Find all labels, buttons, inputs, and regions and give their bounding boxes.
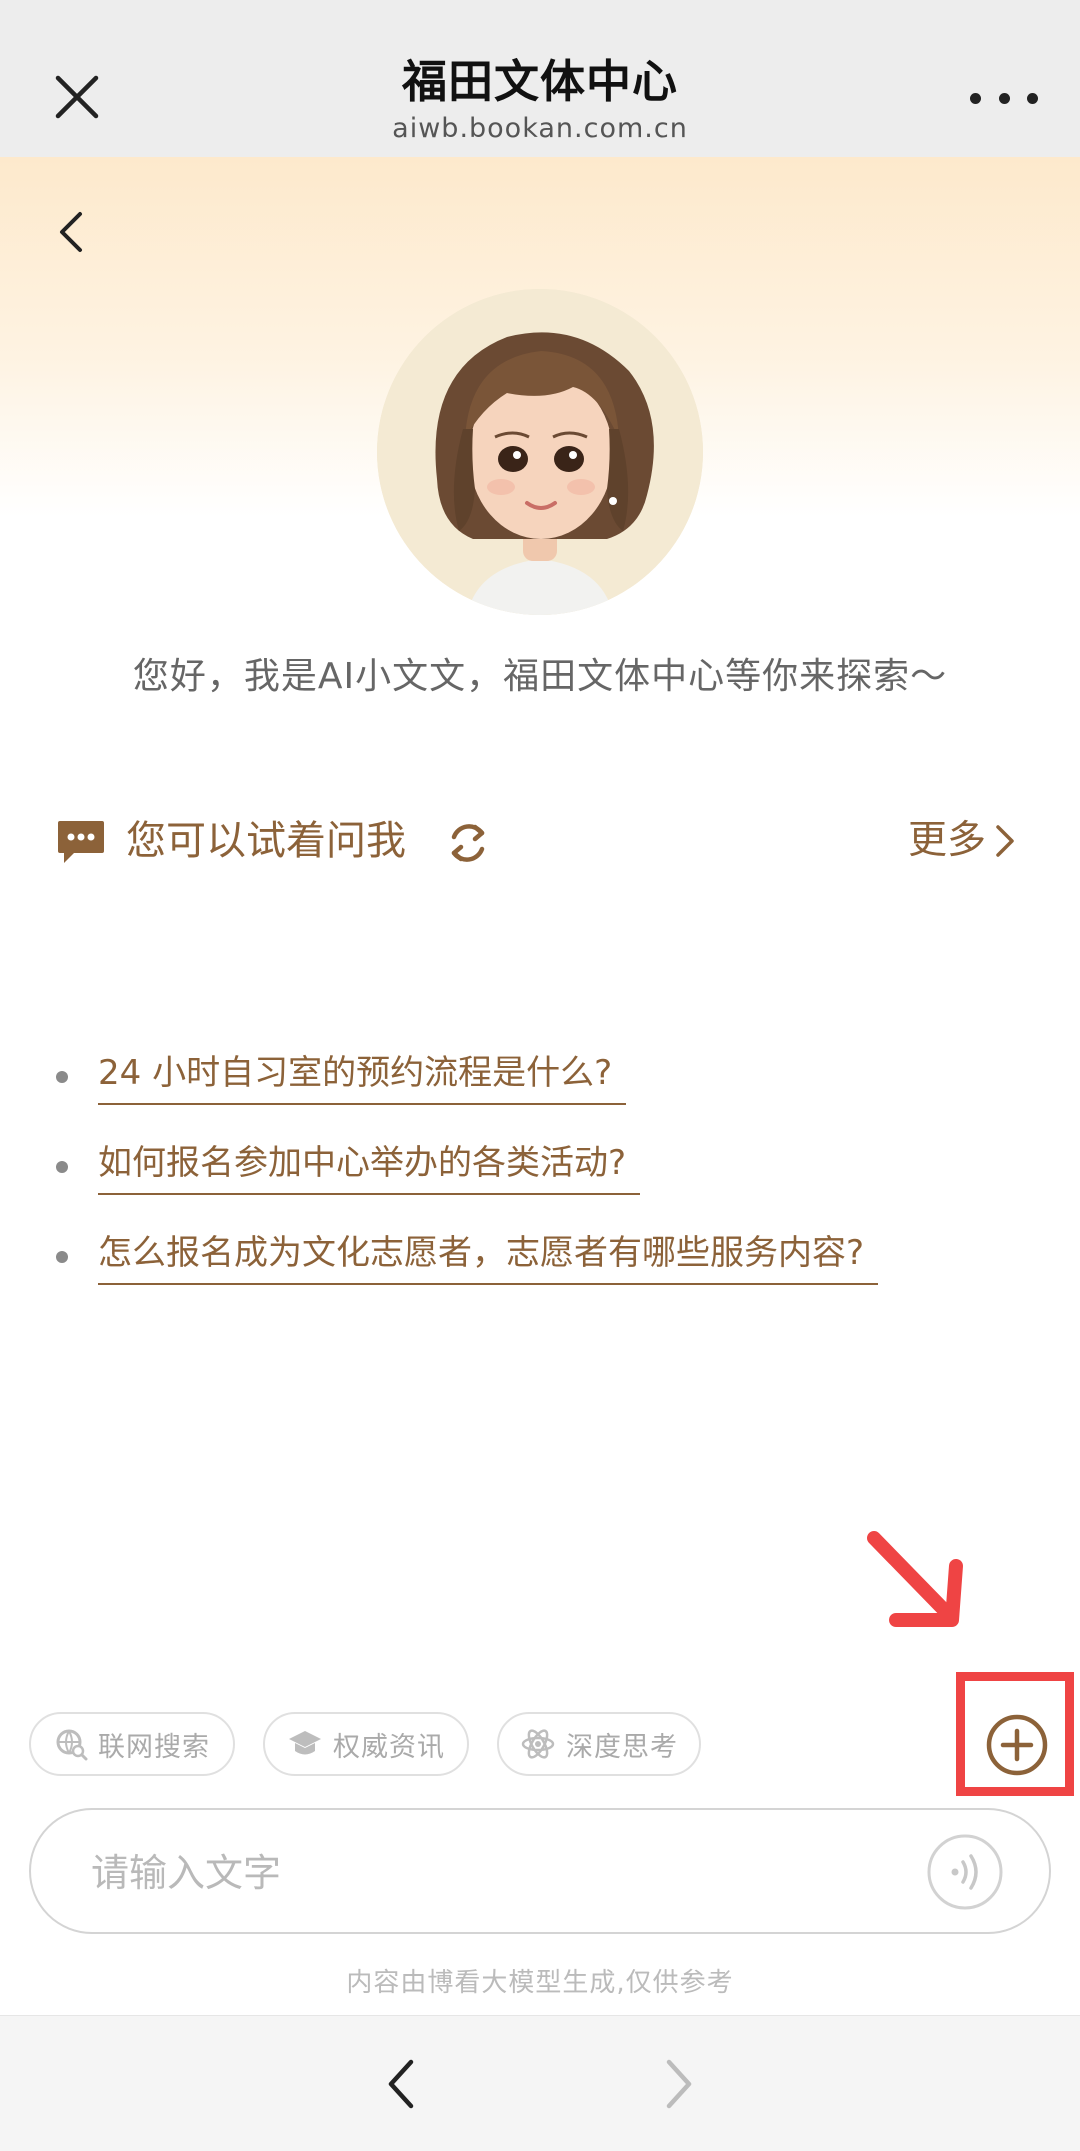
browser-bottom-nav xyxy=(0,2015,1080,2151)
nav-forward-button[interactable] xyxy=(650,2044,710,2124)
suggestion-text[interactable]: 如何报名参加中心举办的各类活动? xyxy=(98,1135,641,1195)
plus-circle-icon xyxy=(986,1714,1048,1776)
atom-icon xyxy=(521,1729,555,1759)
back-button[interactable] xyxy=(46,197,96,267)
more-options-button[interactable] xyxy=(970,78,1038,118)
add-button[interactable] xyxy=(984,1712,1050,1778)
chip-label: 联网搜索 xyxy=(98,1731,210,1763)
bullet-dot xyxy=(56,1071,68,1083)
chevron-right-icon xyxy=(996,825,1014,857)
chip-web-search[interactable]: 联网搜索 xyxy=(29,1712,235,1776)
message-input[interactable] xyxy=(89,1838,889,1908)
chat-bubble-icon xyxy=(58,821,104,863)
globe-search-icon xyxy=(56,1729,88,1761)
chevron-left-icon xyxy=(388,2059,414,2109)
chip-label: 权威资讯 xyxy=(333,1731,445,1763)
more-dots-icon xyxy=(970,92,981,104)
greeting-text: 您好，我是AI小文文，福田文体中心等你来探索～ xyxy=(132,656,948,697)
suggestion-text[interactable]: 怎么报名成为文化志愿者，志愿者有哪些服务内容? xyxy=(98,1225,879,1285)
refresh-icon[interactable] xyxy=(442,817,494,869)
graduation-cap-icon xyxy=(289,1731,321,1755)
bullet-dot xyxy=(56,1251,68,1263)
chip-deep-thinking[interactable]: 深度思考 xyxy=(497,1712,701,1776)
more-suggestions-link[interactable]: 更多 xyxy=(908,813,1016,869)
message-input-bar xyxy=(29,1808,1051,1934)
chevron-right-icon xyxy=(666,2059,692,2109)
more-suggestions-label: 更多 xyxy=(907,818,986,863)
annotation-arrow xyxy=(867,1531,963,1627)
ai-disclaimer: 内容由博看大模型生成,仅供参考 xyxy=(346,1968,734,1998)
nav-back-button[interactable] xyxy=(370,2044,430,2124)
assistant-avatar xyxy=(377,289,703,615)
suggestion-text[interactable]: 24 小时自习室的预约流程是什么? xyxy=(98,1045,627,1105)
suggestions-title: 您可以试着问我 xyxy=(126,818,406,864)
voice-icon xyxy=(927,1834,1003,1910)
voice-input-button[interactable] xyxy=(925,1832,1005,1912)
page-url: aiwb.bookan.com.cn xyxy=(392,113,688,144)
title-block: 福田文体中心 aiwb.bookan.com.cn xyxy=(0,52,1080,146)
suggestions-header: 您可以试着问我 更多 xyxy=(56,807,1016,877)
avatar-illustration xyxy=(377,289,703,615)
chip-authoritative-news[interactable]: 权威资讯 xyxy=(263,1712,469,1776)
bullet-dot xyxy=(56,1161,68,1173)
browser-top-bar: 福田文体中心 aiwb.bookan.com.cn xyxy=(0,0,1080,157)
chevron-left-icon xyxy=(60,212,82,252)
chip-label: 深度思考 xyxy=(566,1731,678,1763)
page-title: 福田文体中心 xyxy=(401,55,678,108)
